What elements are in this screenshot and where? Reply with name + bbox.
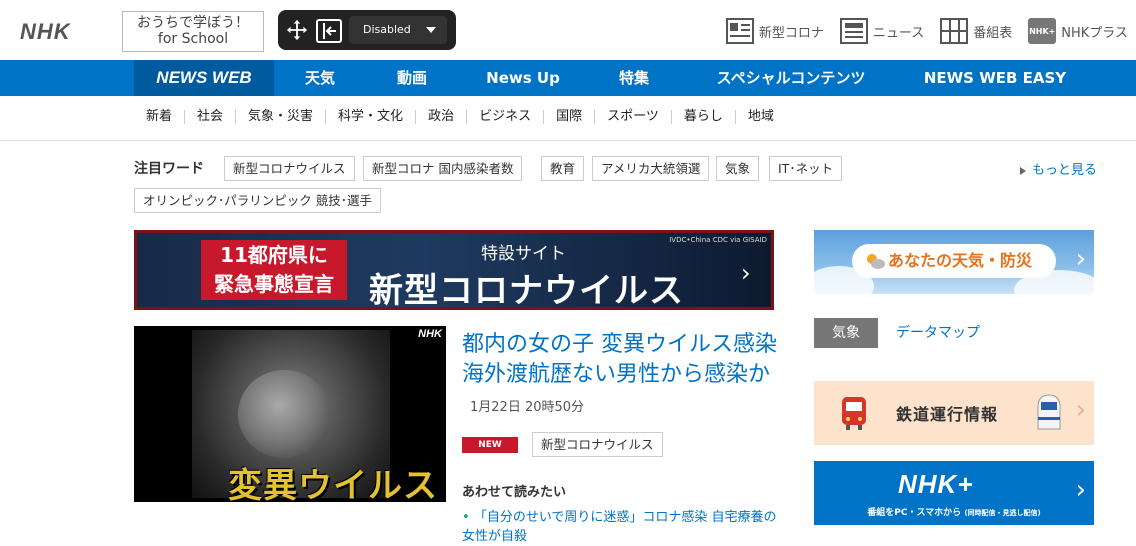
category-region[interactable]: 地域 [734, 110, 786, 124]
more-link-label: もっと見る [1032, 163, 1098, 178]
floating-toolbar: Disabled [278, 10, 456, 50]
rail-info-banner[interactable]: 鉄道運行情報 › [814, 381, 1094, 445]
for-school-button[interactable]: おうちで学ぼう！ for School [122, 11, 264, 52]
news-icon [839, 18, 868, 44]
related-link-text: 「自分のせいで周りに迷惑」コロナ感染 自宅療養の女性が自殺 [462, 510, 777, 544]
story-headline[interactable]: 都内の女の子 変異ウイルス感染 海外渡航歴ない男性から感染か 1月22日 20時5… [462, 330, 778, 423]
plus-sub-small: (同時配信・見逃し配信) [964, 509, 1041, 517]
header-link-nhkplus[interactable]: NHK+ NHKプラス [1028, 18, 1128, 44]
category-nav: 新着 社会 気象・災害 科学・文化 政治 ビジネス 国際 スポーツ 暮らし 地域 [0, 96, 1136, 141]
school-line1: おうちで学ぼう！ [137, 15, 249, 31]
rail-info-label: 鉄道運行情報 [896, 405, 999, 424]
story-tag[interactable]: 新型コロナウイルス [532, 432, 663, 457]
weather-banner[interactable]: あなたの天気・防災 › [814, 230, 1094, 294]
header-links: 新型コロナ ニュース 番組表 NHK+ NHKプラス [710, 17, 1128, 45]
emergency-line1: 11都府県に [220, 243, 328, 267]
caret-down-icon [426, 27, 436, 33]
school-line2: for School [157, 31, 229, 47]
nhk-plus-subtitle: 番組をPC・スマホから (同時配信・見逃し配信) [814, 505, 1094, 518]
grid-icon [940, 18, 969, 44]
header-link-schedule[interactable]: 番組表 [940, 18, 1012, 44]
nav-feature[interactable]: 特集 [602, 60, 666, 96]
nhk-plus-icon: NHK+ [1028, 18, 1057, 44]
category-politics[interactable]: 政治 [415, 110, 466, 124]
tag-weather[interactable]: 気象 [716, 156, 760, 181]
corona-icon [725, 18, 754, 44]
story-image[interactable]: NHK 変異ウイルス [134, 326, 446, 502]
trending-words-label: 注目ワード [134, 161, 204, 177]
emergency-declaration-box: 11都府県に 緊急事態宣言 [201, 240, 347, 300]
plus-sub-main: 番組をPC・スマホから [867, 508, 962, 518]
banner-subtitle: 特設サイト [481, 244, 566, 264]
category-new[interactable]: 新着 [134, 110, 184, 124]
tag-education[interactable]: 教育 [541, 156, 585, 181]
bullet-icon: • [462, 510, 474, 525]
weather-pill: あなたの天気・防災 [852, 244, 1056, 278]
category-business[interactable]: ビジネス [466, 110, 543, 124]
nhk-logo[interactable]: NHK [20, 19, 71, 45]
category-life[interactable]: 暮らし [670, 110, 735, 124]
image-caption-text: 変異ウイルス [228, 466, 438, 502]
chevron-right-icon: › [1075, 244, 1086, 274]
nhk-watermark: NHK [418, 328, 442, 340]
data-map-link[interactable]: データマップ [896, 322, 980, 342]
dock-left-icon[interactable] [316, 19, 342, 43]
story-headline-text: 都内の女の子 変異ウイルス感染 海外渡航歴ない男性から感染か [462, 332, 777, 387]
header: NHK おうちで学ぼう！ for School Disabled 新型コロナ ニ… [0, 0, 1136, 60]
nav-video[interactable]: 動画 [380, 60, 444, 96]
category-science-culture[interactable]: 科学・文化 [325, 110, 415, 124]
sun-cloud-icon [867, 254, 885, 269]
new-badge: NEW [462, 437, 518, 453]
nav-weather[interactable]: 天気 [288, 60, 352, 96]
category-society[interactable]: 社会 [184, 110, 235, 124]
mode-select-value: Disabled [363, 23, 411, 36]
header-link-corona[interactable]: 新型コロナ [725, 18, 824, 44]
weather-badge: 気象 [814, 318, 878, 348]
tag-olympics[interactable]: オリンピック･パラリンピック 競技･選手 [134, 188, 381, 213]
tag-domestic-cases[interactable]: 新型コロナ 国内感染者数 [363, 156, 523, 181]
banner-title: 新型コロナウイルス [369, 271, 684, 310]
weather-label: あなたの天気・防災 [888, 251, 1033, 270]
category-sports[interactable]: スポーツ [594, 110, 671, 124]
tag-it-net[interactable]: IT･ネット [769, 156, 843, 181]
banner-credit: IVDC•China CDC via GISAID [669, 236, 767, 244]
more-link[interactable]: もっと見る [1020, 159, 1097, 178]
header-link-label: NHKプラス [1061, 25, 1128, 41]
category-weather-disaster[interactable]: 気象・災害 [235, 110, 325, 124]
nhk-plus-logo: NHK+ [898, 469, 974, 499]
header-link-label: ニュース [872, 25, 925, 41]
related-link[interactable]: • 「自分のせいで周りに迷惑」コロナ感染 自宅療養の女性が自殺 [462, 508, 782, 546]
category-international[interactable]: 国際 [543, 110, 594, 124]
shinkansen-icon [1037, 394, 1061, 430]
move-icon[interactable] [286, 19, 308, 41]
tag-us-election[interactable]: アメリカ大統領選 [592, 156, 710, 181]
nav-news-web[interactable]: NEWS WEB [134, 60, 274, 96]
tag-corona[interactable]: 新型コロナウイルス [224, 156, 355, 181]
story-time: 1月22日 20時50分 [470, 400, 585, 415]
nhk-plus-banner[interactable]: NHK+ 番組をPC・スマホから (同時配信・見逃し配信) › [814, 461, 1094, 525]
triangle-right-icon [1020, 166, 1026, 175]
nav-special[interactable]: スペシャルコンテンツ [694, 60, 888, 96]
mode-select[interactable]: Disabled [349, 16, 447, 44]
main-nav: NEWS WEB 天気 動画 News Up 特集 スペシャルコンテンツ NEW… [0, 60, 1136, 96]
chevron-right-icon: › [741, 259, 751, 287]
train-icon [842, 397, 866, 430]
header-link-label: 番組表 [973, 25, 1013, 41]
virus-particle [238, 370, 330, 458]
nav-news-web-easy[interactable]: NEWS WEB EASY [918, 60, 1072, 96]
chevron-right-icon: › [1075, 475, 1086, 505]
header-link-label: 新型コロナ [758, 25, 824, 41]
nav-news-up[interactable]: News Up [474, 60, 572, 96]
header-link-news[interactable]: ニュース [839, 18, 925, 44]
chevron-right-icon: › [1075, 395, 1086, 425]
emergency-line2: 緊急事態宣言 [214, 272, 334, 296]
corona-special-banner[interactable]: 11都府県に 緊急事態宣言 特設サイト 新型コロナウイルス IVDC•China… [134, 230, 774, 310]
related-header: あわせて読みたい [462, 485, 567, 500]
